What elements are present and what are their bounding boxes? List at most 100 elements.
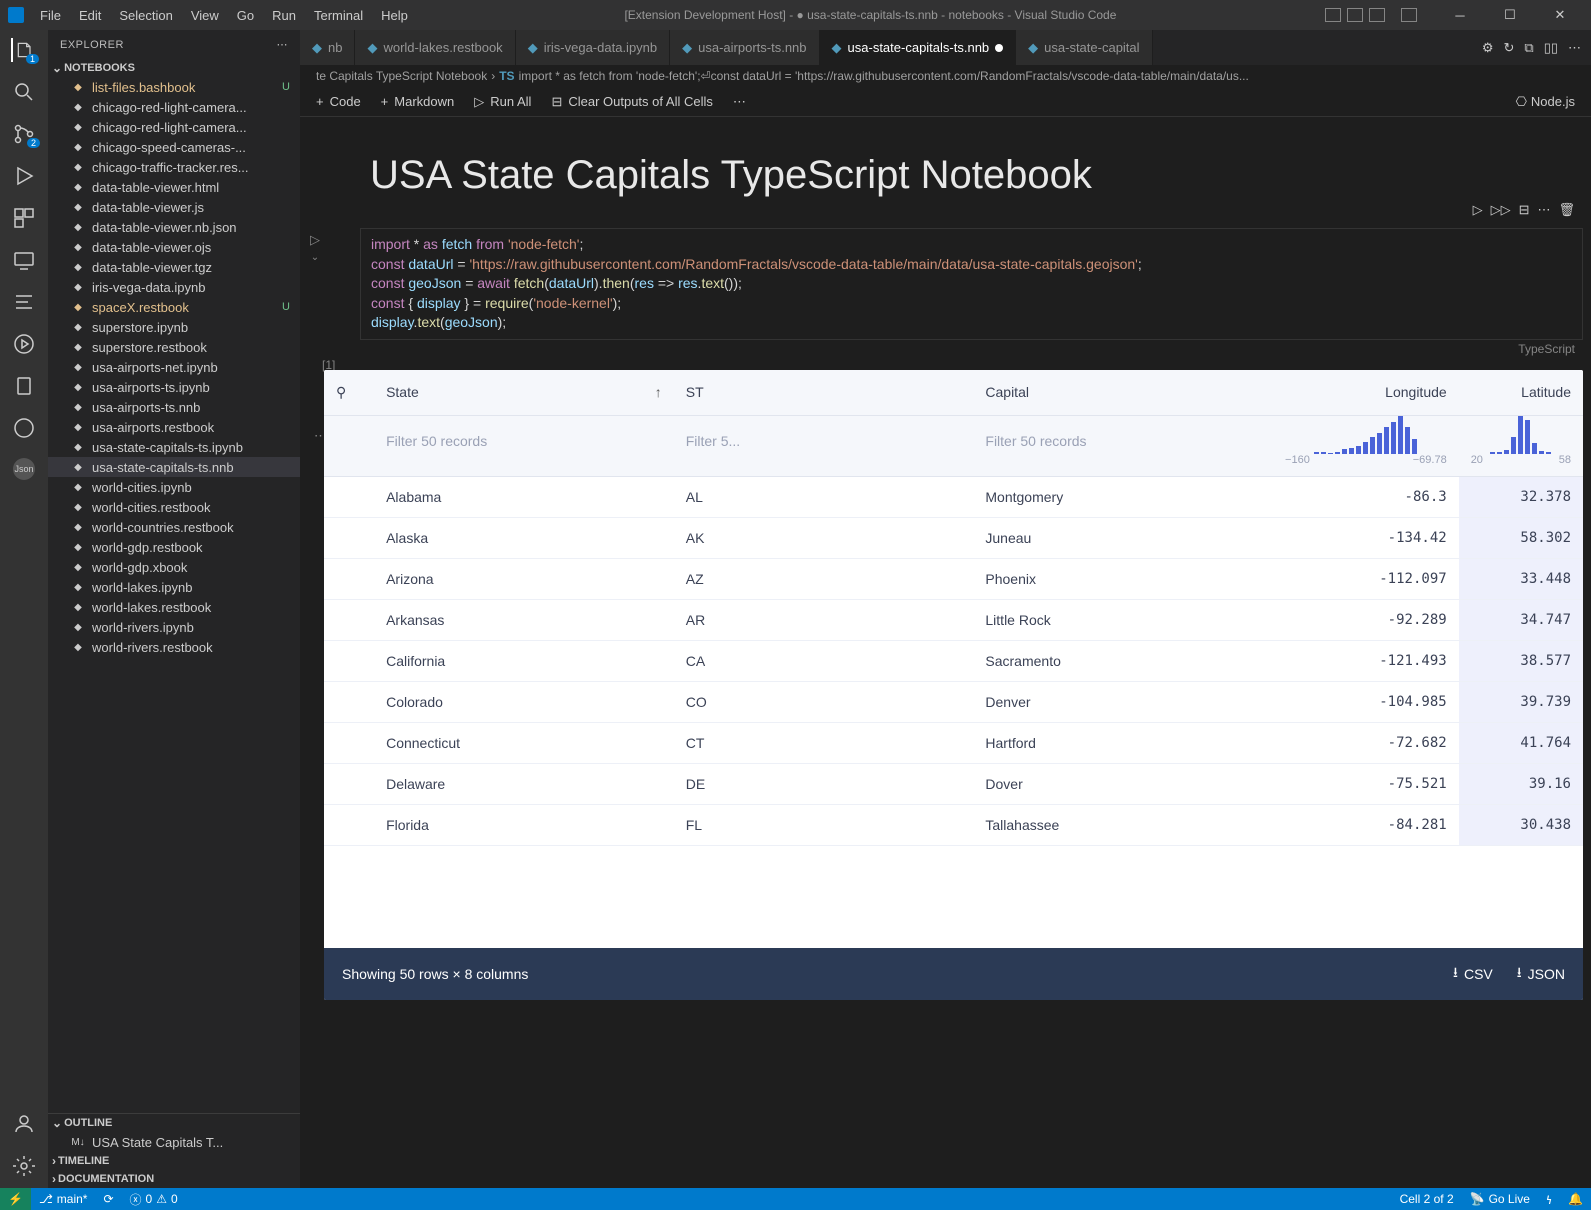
menu-terminal[interactable]: Terminal — [306, 4, 371, 27]
file-item[interactable]: ◆data-table-viewer.js — [48, 197, 300, 217]
documentation-section[interactable]: › DOCUMENTATION — [48, 1170, 300, 1188]
file-item[interactable]: ◆world-lakes.restbook — [48, 597, 300, 617]
scm-activity[interactable]: 2 — [12, 122, 36, 146]
col-latitude[interactable]: Latitude — [1459, 370, 1583, 416]
col-st[interactable]: ST — [674, 370, 974, 416]
sync-button[interactable]: ⟳ — [95, 1192, 121, 1206]
file-item[interactable]: ◆usa-state-capitals-ts.nnb — [48, 457, 300, 477]
editor-tab[interactable]: ◆nb — [300, 30, 355, 65]
file-item[interactable]: ◆usa-airports.restbook — [48, 417, 300, 437]
more-button[interactable]: ⋯ — [733, 94, 746, 110]
minimize-button[interactable]: ─ — [1437, 0, 1483, 30]
filter-capital-input[interactable] — [985, 425, 1261, 457]
file-item[interactable]: ◆data-table-viewer.html — [48, 177, 300, 197]
file-item[interactable]: ◆usa-state-capitals-ts.ipynb — [48, 437, 300, 457]
add-code-button[interactable]: +Code — [316, 94, 361, 109]
run-icon[interactable]: ▷ — [1473, 202, 1483, 218]
file-item[interactable]: ◆world-cities.restbook — [48, 497, 300, 517]
book-activity[interactable] — [12, 374, 36, 398]
add-markdown-button[interactable]: +Markdown — [381, 94, 455, 109]
menu-view[interactable]: View — [183, 4, 227, 27]
cell-language[interactable]: TypeScript — [1518, 342, 1575, 356]
more-icon[interactable]: ⋯ — [1537, 202, 1550, 218]
file-item[interactable]: ◆chicago-speed-cameras-... — [48, 137, 300, 157]
table-row[interactable]: CaliforniaCASacramento-121.49338.577 — [324, 640, 1583, 681]
account-activity[interactable] — [12, 1112, 36, 1136]
code-editor[interactable]: import * as fetch from 'node-fetch'; con… — [360, 228, 1583, 340]
notebooks-section[interactable]: ⌄ NOTEBOOKS — [48, 59, 300, 77]
github-activity[interactable] — [12, 416, 36, 440]
editor-tab[interactable]: ◆usa-airports-ts.nnb — [670, 30, 819, 65]
file-item[interactable]: ◆usa-airports-net.ipynb — [48, 357, 300, 377]
col-capital[interactable]: Capital — [973, 370, 1273, 416]
file-item[interactable]: ◆superstore.restbook — [48, 337, 300, 357]
menu-go[interactable]: Go — [229, 4, 262, 27]
feedback-button[interactable]: 𐓏 — [1538, 1191, 1560, 1208]
remote-activity[interactable] — [12, 248, 36, 272]
file-item[interactable]: ◆spaceX.restbookU — [48, 297, 300, 317]
breadcrumb[interactable]: te Capitals TypeScript Notebook › TS imp… — [300, 65, 1591, 87]
run-cell-button[interactable]: ▷ — [310, 232, 320, 248]
table-row[interactable]: FloridaFLTallahassee-84.28130.438 — [324, 804, 1583, 845]
file-item[interactable]: ◆data-table-viewer.tgz — [48, 257, 300, 277]
refresh-icon[interactable]: ↻ — [1503, 40, 1514, 56]
menu-help[interactable]: Help — [373, 4, 416, 27]
table-row[interactable]: ConnecticutCTHartford-72.68241.764 — [324, 722, 1583, 763]
delete-icon[interactable]: 🗑 — [1558, 202, 1575, 218]
filter-st-input[interactable] — [686, 425, 962, 457]
gear-icon[interactable]: ⚙ — [1482, 40, 1494, 56]
col-state[interactable]: State↑ — [374, 370, 674, 416]
table-row[interactable]: ArkansasARLittle Rock-92.28934.747 — [324, 599, 1583, 640]
file-item[interactable]: ◆usa-airports-ts.ipynb — [48, 377, 300, 397]
file-item[interactable]: ◆data-table-viewer.ojs — [48, 237, 300, 257]
kernel-picker[interactable]: ⎔Node.js — [1516, 94, 1575, 110]
editor-tab[interactable]: ◆usa-state-capitals-ts.nnb — [820, 30, 1017, 65]
maximize-button[interactable]: ☐ — [1487, 0, 1533, 30]
run-by-line-icon[interactable]: ▷▷ — [1491, 202, 1511, 218]
more-icon[interactable]: ⋯ — [1568, 40, 1581, 56]
file-item[interactable]: ◆chicago-traffic-tracker.res... — [48, 157, 300, 177]
more-icon[interactable]: ⋯ — [277, 38, 289, 51]
file-item[interactable]: ◆world-gdp.restbook — [48, 537, 300, 557]
file-item[interactable]: ◆world-gdp.xbook — [48, 557, 300, 577]
settings-activity[interactable] — [12, 1154, 36, 1178]
chevron-down-icon[interactable]: ⌄ — [311, 252, 319, 263]
outline-item[interactable]: M↓ USA State Capitals T... — [48, 1132, 300, 1152]
file-item[interactable]: ◆usa-airports-ts.nnb — [48, 397, 300, 417]
menu-edit[interactable]: Edit — [71, 4, 109, 27]
table-row[interactable]: DelawareDEDover-75.52139.16 — [324, 763, 1583, 804]
file-item[interactable]: ◆world-countries.restbook — [48, 517, 300, 537]
filter-state-input[interactable] — [386, 425, 662, 457]
file-item[interactable]: ◆iris-vega-data.ipynb — [48, 277, 300, 297]
file-item[interactable]: ◆world-lakes.ipynb — [48, 577, 300, 597]
debug-activity[interactable] — [12, 164, 36, 188]
file-item[interactable]: ◆chicago-red-light-camera... — [48, 117, 300, 137]
file-item[interactable]: ◆superstore.ipynb — [48, 317, 300, 337]
table-row[interactable]: AlaskaAKJuneau-134.4258.302 — [324, 517, 1583, 558]
notifications-button[interactable]: 🔔 — [1560, 1191, 1591, 1208]
table-row[interactable]: ColoradoCODenver-104.98539.739 — [324, 681, 1583, 722]
editor-tab[interactable]: ◆world-lakes.restbook — [355, 30, 515, 65]
filter-icon[interactable]: ⚲ — [324, 370, 374, 416]
json-activity[interactable]: Json — [13, 458, 35, 480]
search-activity[interactable] — [12, 80, 36, 104]
go-live-button[interactable]: 📡 Go Live — [1462, 1191, 1538, 1208]
remote-indicator[interactable]: ⚡ — [0, 1188, 31, 1210]
misc-activity[interactable] — [12, 290, 36, 314]
branch-indicator[interactable]: ⎇ main* — [31, 1192, 96, 1206]
problems-indicator[interactable]: ⓧ 0 ⚠ 0 — [122, 1191, 186, 1208]
menu-selection[interactable]: Selection — [111, 4, 180, 27]
table-row[interactable]: ArizonaAZPhoenix-112.09733.448 — [324, 558, 1583, 599]
diff-icon[interactable]: ⧉ — [1524, 40, 1533, 56]
menu-file[interactable]: File — [32, 4, 69, 27]
split-cell-icon[interactable]: ⊟ — [1519, 202, 1530, 218]
extensions-activity[interactable] — [12, 206, 36, 230]
editor-tab[interactable]: ◆iris-vega-data.ipynb — [516, 30, 670, 65]
export-csv-button[interactable]: ⭳ CSV — [1453, 962, 1493, 986]
file-item[interactable]: ◆world-rivers.ipynb — [48, 617, 300, 637]
file-item[interactable]: ◆chicago-red-light-camera... — [48, 97, 300, 117]
file-item[interactable]: ◆world-rivers.restbook — [48, 637, 300, 657]
run-all-button[interactable]: ▷Run All — [474, 94, 531, 110]
export-json-button[interactable]: ⭳ JSON — [1517, 962, 1565, 986]
play-activity[interactable] — [12, 332, 36, 356]
